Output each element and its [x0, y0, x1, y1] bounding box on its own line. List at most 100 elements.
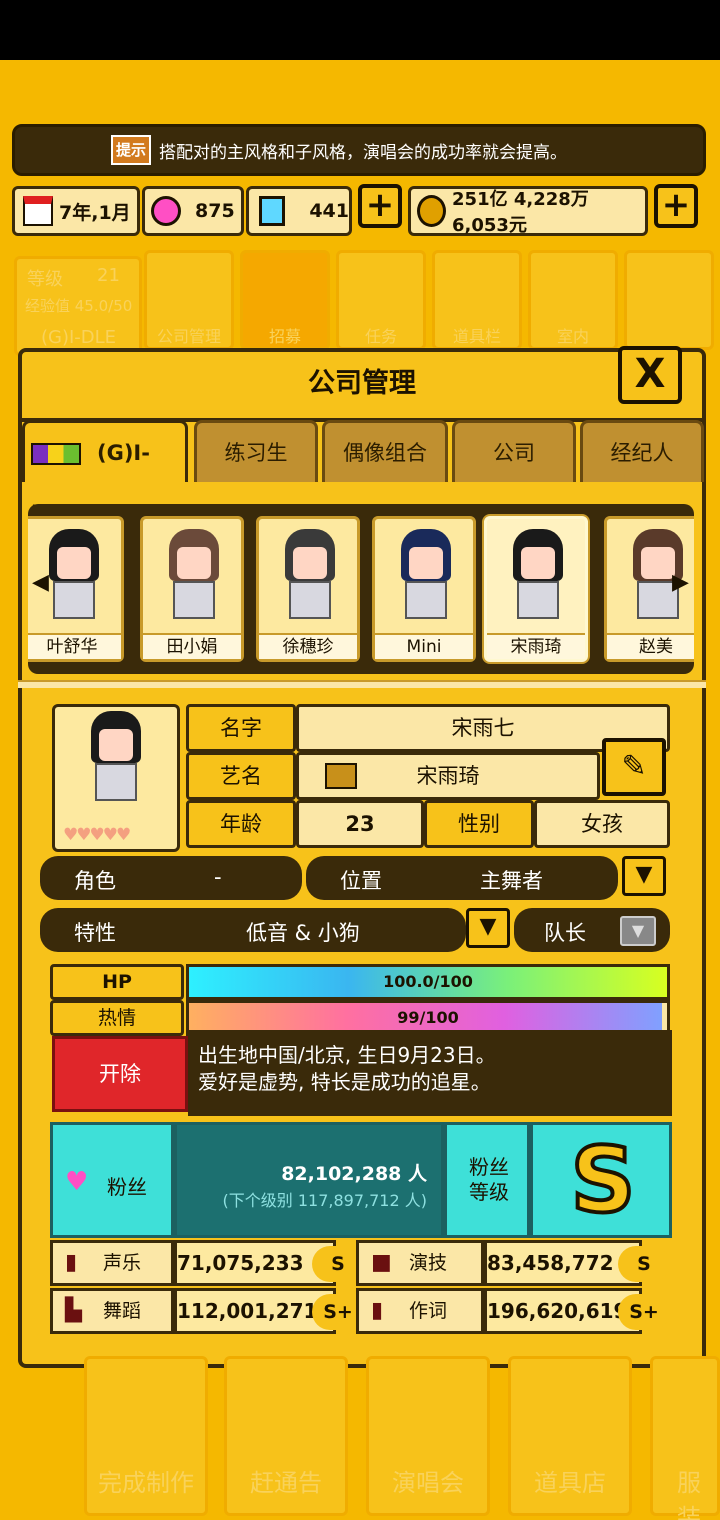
stage-name-value: 宋雨琦 — [416, 764, 480, 788]
fans-next-level: (下个级别 117,897,712 人) — [222, 1191, 427, 1210]
bottom-nav-concert: 演唱会 — [366, 1356, 490, 1516]
bg-menu-label: 道具栏 — [452, 327, 501, 346]
bg-menu-label: 任务 — [364, 327, 397, 346]
name-label: 名字 — [186, 704, 296, 752]
blue-gem-icon — [259, 196, 286, 226]
bg-exp-label: 经验值 45.0/50 — [25, 297, 133, 315]
stage-name-label: 艺名 — [186, 752, 296, 800]
tab-label: 偶像组合 — [343, 441, 427, 465]
bio-line-2: 爱好是虚势, 特长是成功的追星。 — [198, 1070, 491, 1094]
age-value: 23 — [296, 800, 424, 848]
stat-grade: S — [618, 1246, 670, 1282]
stat-label: 演技 — [409, 1252, 448, 1274]
fan-level-label-cell: 粉丝等级 — [444, 1122, 530, 1238]
member-card[interactable]: 徐穗珍 — [256, 516, 360, 662]
close-icon: X — [634, 351, 666, 397]
member-name: 田小娟 — [143, 633, 241, 659]
stat-label: 舞蹈 — [103, 1300, 142, 1322]
bg-level-panel: 等级 21 经验值 45.0/50 (G)I-DLE — [14, 256, 142, 356]
bottom-nav-costume: 服装 — [650, 1356, 720, 1520]
member-name: Mini — [375, 633, 473, 659]
stat-row: ▮ 作词 196,620,619 S+ — [356, 1288, 672, 1334]
tab-company[interactable]: 公司 — [452, 420, 576, 482]
bg-menu-task: 任务 — [336, 250, 426, 350]
blue-gem-display: 441 — [246, 186, 352, 236]
position-value: 主舞者 — [480, 869, 543, 893]
member-card[interactable]: 宋雨琦 — [484, 516, 588, 662]
stat-row: ▙ 舞蹈 112,001,271 S+ — [50, 1288, 366, 1334]
scroll-left-icon[interactable]: ◀ — [32, 570, 49, 595]
tab-idol-groups[interactable]: 偶像组合 — [322, 420, 448, 482]
add-money-button[interactable]: + — [654, 184, 698, 228]
tip-text: 搭配对的主风格和子风格，演唱会的成功率就会提高。 — [159, 142, 567, 163]
portrait-sprite — [85, 711, 147, 807]
hp-bar: 100.0/100 — [186, 964, 670, 1000]
microphone-icon: ▮ — [65, 1250, 78, 1275]
dialog-title: 公司管理 — [308, 368, 416, 399]
hp-label: HP — [50, 964, 184, 1000]
member-portrait: ♥♥♥♥♥ — [52, 704, 180, 852]
member-name: 叶舒华 — [28, 633, 121, 659]
bottom-nav-produce: 完成制作 — [84, 1356, 208, 1516]
close-button[interactable]: X — [618, 346, 682, 404]
hp-value: 100.0/100 — [383, 972, 473, 991]
calendar-icon — [23, 196, 53, 226]
fan-level-grade: S — [569, 1128, 638, 1233]
fan-level-grade-cell: S — [530, 1122, 672, 1238]
stat-label-cell: ■ 演技 — [356, 1240, 484, 1286]
age-label: 年龄 — [186, 800, 296, 848]
tab-manager[interactable]: 经纪人 — [580, 420, 704, 482]
game-screen: 等级 21 经验值 45.0/50 (G)I-DLE 公司管理 招募 任务 道具… — [0, 60, 720, 1520]
trait-label: 特性 — [74, 921, 116, 945]
chevron-down-icon: ▼ — [479, 914, 497, 939]
coin-icon — [417, 195, 447, 227]
add-gems-button[interactable]: + — [358, 184, 402, 228]
blue-gem-value: 441 — [309, 200, 349, 222]
edit-name-button[interactable]: ✎ — [602, 738, 666, 796]
trait-row: 特性 低音 & 小狗 — [40, 908, 466, 952]
bg-level-value: 21 — [97, 265, 120, 286]
role-label: 角色 — [74, 869, 116, 893]
bio-line-1: 出生地中国/北京, 生日9月23日。 — [198, 1043, 496, 1067]
stat-label-cell: ▙ 舞蹈 — [50, 1288, 174, 1334]
stat-label: 作词 — [409, 1300, 448, 1322]
stage-name-field: 宋雨琦 — [296, 752, 600, 800]
gender-label: 性别 — [424, 800, 534, 848]
tab-trainees[interactable]: 练习生 — [194, 420, 318, 482]
position-row: 位置 主舞者 — [306, 856, 618, 900]
member-name: 宋雨琦 — [487, 633, 585, 659]
trait-dropdown-button[interactable]: ▼ — [466, 908, 510, 948]
heart-icon: ♥ — [65, 1167, 89, 1197]
stat-grade: S+ — [618, 1294, 670, 1330]
bottom-nav-label: 道具店 — [534, 1469, 606, 1497]
bg-menu-mail — [624, 250, 714, 350]
position-dropdown-button[interactable]: ▼ — [622, 856, 666, 896]
leader-label: 队长 — [544, 921, 586, 945]
bottom-nav: 完成制作 赶通告 演唱会 道具店 服装 — [0, 1356, 720, 1520]
scroll-right-icon[interactable]: ▶ — [672, 570, 689, 595]
fans-label: 粉丝 — [107, 1175, 147, 1199]
trait-value: 低音 & 小狗 — [246, 921, 360, 945]
stat-row: ▮ 声乐 71,075,233 S — [50, 1240, 366, 1286]
bg-menu-label: 公司管理 — [156, 327, 221, 346]
member-card[interactable]: Mini — [372, 516, 476, 662]
member-name: 徐穗珍 — [259, 633, 357, 659]
date-display: 7年,1月 — [12, 186, 140, 236]
leader-toggle[interactable]: ▼ — [620, 916, 656, 946]
bottom-nav-label: 赶通告 — [250, 1469, 322, 1497]
bottom-nav-schedule: 赶通告 — [224, 1356, 348, 1516]
tab-group[interactable]: (G)I-DLE — [22, 420, 188, 525]
money-value: 251亿 4,228万 6,053元 — [452, 189, 589, 236]
fans-label-cell: ♥ 粉丝 — [50, 1122, 174, 1238]
bg-menu-recruit: 招募 — [240, 250, 330, 350]
fire-button[interactable]: 开除 — [52, 1036, 188, 1112]
camera-icon: ■ — [371, 1250, 392, 1275]
bg-menu-interior: 室内 — [528, 250, 618, 350]
gender-value: 女孩 — [534, 800, 670, 848]
stat-row: ■ 演技 83,458,772 S — [356, 1240, 672, 1286]
money-display: 251亿 4,228万 6,053元 — [408, 186, 648, 236]
bg-menu-items: 道具栏 — [432, 250, 522, 350]
heart-rating-icon: ♥♥♥♥♥ — [63, 825, 131, 845]
member-card[interactable]: 田小娟 — [140, 516, 244, 662]
member-sprite — [43, 529, 105, 625]
